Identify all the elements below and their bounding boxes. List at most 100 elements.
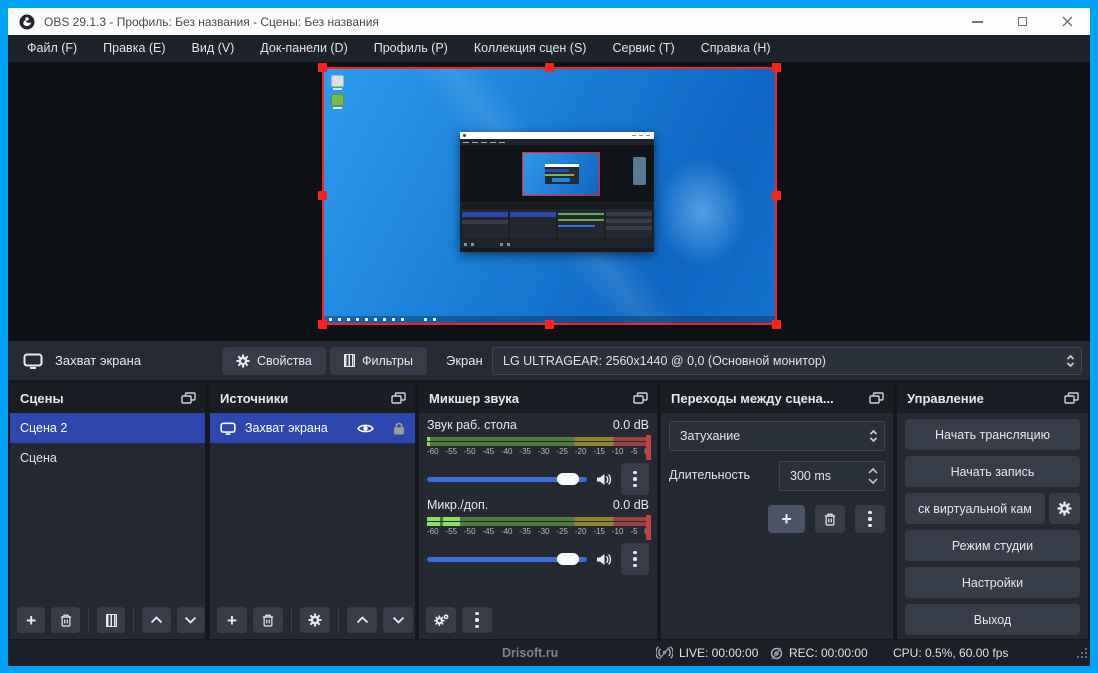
- scenes-panel-header[interactable]: Сцены: [10, 383, 205, 413]
- channel-db: 0.0 dB: [613, 418, 649, 432]
- controls-panel-header[interactable]: Управление: [897, 383, 1088, 413]
- transition-options-button[interactable]: [855, 505, 885, 533]
- volume-meter: [427, 437, 649, 446]
- resize-handle[interactable]: [318, 191, 327, 200]
- popout-icon: [869, 392, 884, 404]
- resize-grip[interactable]: [1077, 645, 1087, 663]
- speaker-icon[interactable]: [596, 473, 612, 486]
- controls-panel: Управление Начать трансляцию Начать запи…: [897, 383, 1088, 639]
- menu-scene-collection[interactable]: Коллекция сцен (S): [461, 35, 600, 62]
- menu-help[interactable]: Справка (H): [688, 35, 784, 62]
- screen-select[interactable]: LG ULTRAGEAR: 2560x1440 @ 0,0 (Основной …: [492, 347, 1082, 375]
- move-scene-down-button[interactable]: [177, 607, 205, 633]
- source-item-selected[interactable]: Захват экрана: [210, 413, 415, 443]
- transition-select[interactable]: Затухание: [669, 421, 885, 451]
- meter-tick: -50: [464, 447, 476, 456]
- display-capture-icon: [23, 353, 43, 369]
- channel-name: Микр./доп.: [427, 498, 488, 512]
- rec-time: REC: 00:00:00: [789, 646, 868, 660]
- chevron-up-icon: [150, 616, 163, 624]
- meter-tick: -40: [501, 447, 513, 456]
- meter-tick: -20: [575, 447, 587, 456]
- virtual-camera-settings-button[interactable]: [1049, 493, 1080, 524]
- mixer-panel-header[interactable]: Микшер звука: [419, 383, 657, 413]
- scene-filters-button[interactable]: [97, 607, 125, 633]
- resize-handle[interactable]: [772, 63, 781, 72]
- resize-handle[interactable]: [318, 320, 327, 329]
- mixer-options-button[interactable]: [462, 607, 492, 633]
- speaker-icon[interactable]: [596, 553, 612, 566]
- exit-button[interactable]: Выход: [905, 604, 1080, 635]
- settings-button[interactable]: Настройки: [905, 567, 1080, 598]
- minimize-icon: [972, 21, 983, 23]
- screen-capture-source[interactable]: [322, 67, 777, 325]
- source-properties-button[interactable]: [300, 607, 330, 633]
- menu-tools[interactable]: Сервис (T): [599, 35, 687, 62]
- start-streaming-button[interactable]: Начать трансляцию: [905, 419, 1080, 450]
- properties-button[interactable]: Свойства: [222, 347, 326, 375]
- remove-scene-button[interactable]: [51, 607, 79, 633]
- transitions-panel: Переходы между сцена... Затухание Длител…: [661, 383, 893, 639]
- filters-button[interactable]: Фильтры: [330, 347, 427, 375]
- start-recording-button[interactable]: Начать запись: [905, 456, 1080, 487]
- move-source-down-button[interactable]: [383, 607, 413, 633]
- studio-mode-button[interactable]: Режим студии: [905, 530, 1080, 561]
- meter-tick: -25: [556, 527, 568, 536]
- chevron-up-icon: [356, 616, 369, 624]
- popout-icon: [633, 392, 648, 404]
- menu-edit[interactable]: Правка (E): [90, 35, 178, 62]
- filter-icon: [344, 354, 355, 367]
- resize-handle[interactable]: [545, 320, 554, 329]
- lock-icon[interactable]: [393, 422, 405, 435]
- meter-tick: -50: [464, 527, 476, 536]
- screen-label: Экран: [446, 353, 483, 368]
- maximize-button[interactable]: [1000, 8, 1045, 35]
- add-source-button[interactable]: +: [217, 607, 247, 633]
- title-bar: OBS 29.1.3 - Профиль: Без названия - Сце…: [8, 8, 1090, 35]
- menu-file[interactable]: Файл (F): [14, 35, 90, 62]
- volume-slider-thumb[interactable]: [557, 553, 579, 565]
- record-inactive-icon: [770, 647, 783, 660]
- menu-view[interactable]: Вид (V): [179, 35, 248, 62]
- duration-spinbox[interactable]: 300 ms: [779, 461, 885, 491]
- transitions-panel-header[interactable]: Переходы между сцена...: [661, 383, 893, 413]
- divider: [88, 608, 89, 632]
- move-source-up-button[interactable]: [347, 607, 377, 633]
- virtual-camera-button[interactable]: ск виртуальной кам: [905, 493, 1045, 524]
- visibility-eye-icon[interactable]: [357, 423, 374, 434]
- sources-panel-header[interactable]: Источники: [210, 383, 415, 413]
- controls-panel-title: Управление: [897, 391, 1064, 406]
- chevron-updown-icon: [862, 429, 884, 443]
- meter-tick: -60: [427, 447, 439, 456]
- mixer-toolbar: [419, 601, 657, 639]
- spin-down-icon[interactable]: [868, 478, 878, 484]
- volume-slider-thumb[interactable]: [557, 473, 579, 485]
- scene-item[interactable]: Сцена: [10, 443, 205, 473]
- move-scene-up-button[interactable]: [142, 607, 170, 633]
- add-transition-button[interactable]: +: [768, 505, 805, 533]
- resize-handle[interactable]: [772, 191, 781, 200]
- advanced-audio-button[interactable]: [426, 607, 456, 633]
- resize-handle[interactable]: [772, 320, 781, 329]
- docks-area: Сцены Сцена 2 Сцена + Источни: [8, 382, 1090, 640]
- close-button[interactable]: [1045, 8, 1090, 35]
- live-time: LIVE: 00:00:00: [679, 646, 758, 660]
- add-scene-button[interactable]: +: [17, 607, 45, 633]
- menu-profile[interactable]: Профиль (P): [361, 35, 461, 62]
- display-capture-icon: [220, 422, 236, 435]
- remove-source-button[interactable]: [253, 607, 283, 633]
- channel-options-button[interactable]: [621, 543, 649, 575]
- mixer-channel-desktop-audio: Звук раб. стола 0.0 dB -60-55-50-45-40-3…: [427, 418, 649, 496]
- spin-up-icon[interactable]: [868, 468, 878, 474]
- meter-tick: -40: [501, 527, 513, 536]
- scene-item-selected[interactable]: Сцена 2: [10, 413, 205, 443]
- remove-transition-button[interactable]: [815, 505, 845, 533]
- channel-name: Звук раб. стола: [427, 418, 517, 432]
- volume-slider[interactable]: [427, 557, 587, 562]
- volume-slider[interactable]: [427, 477, 587, 482]
- resize-handle[interactable]: [318, 63, 327, 72]
- resize-handle[interactable]: [545, 63, 554, 72]
- menu-docks[interactable]: Док-панели (D): [247, 35, 360, 62]
- channel-options-button[interactable]: [621, 463, 649, 495]
- minimize-button[interactable]: [955, 8, 1000, 35]
